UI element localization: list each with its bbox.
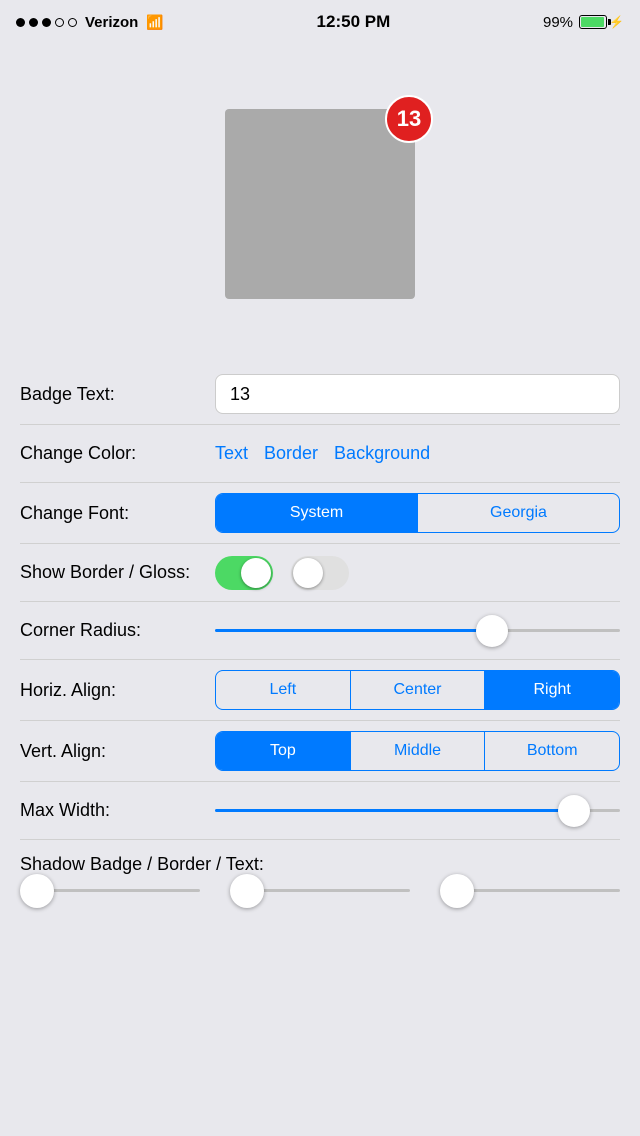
vert-align-content: Top Middle Bottom: [215, 731, 620, 771]
change-color-label: Change Color:: [20, 443, 215, 464]
gloss-toggle[interactable]: [291, 556, 349, 590]
vert-middle-btn[interactable]: Middle: [351, 732, 486, 770]
shadow-label: Shadow Badge / Border / Text:: [20, 854, 264, 874]
color-background-link[interactable]: Background: [334, 443, 430, 464]
badge-text-row: Badge Text:: [20, 364, 620, 425]
dot-2: [29, 18, 38, 27]
max-width-slider-container: [215, 809, 620, 812]
vert-align-label: Vert. Align:: [20, 741, 215, 762]
horiz-center-btn[interactable]: Center: [351, 671, 486, 709]
border-toggle[interactable]: [215, 556, 273, 590]
preview-image: [225, 109, 415, 299]
max-width-slider[interactable]: [215, 809, 620, 812]
shadow-text-slider[interactable]: [440, 889, 620, 892]
horiz-align-content: Left Center Right: [215, 670, 620, 710]
signal-dots: [16, 18, 77, 27]
vert-top-btn[interactable]: Top: [216, 732, 351, 770]
font-segmented: System Georgia: [215, 493, 620, 533]
color-border-link[interactable]: Border: [264, 443, 318, 464]
corner-radius-slider-container: [215, 629, 620, 632]
dot-1: [16, 18, 25, 27]
show-border-label: Show Border / Gloss:: [20, 562, 215, 583]
badge-preview-wrapper: 13: [225, 109, 415, 299]
status-right: 99% ⚡: [543, 14, 624, 31]
font-system-btn[interactable]: System: [216, 494, 418, 532]
shadow-badge-slider[interactable]: [20, 889, 200, 892]
horiz-align-segmented: Left Center Right: [215, 670, 620, 710]
color-text-link[interactable]: Text: [215, 443, 248, 464]
corner-radius-label: Corner Radius:: [20, 620, 215, 641]
dot-5: [68, 18, 77, 27]
horiz-align-row: Horiz. Align: Left Center Right: [20, 660, 620, 721]
wifi-icon: 📶: [146, 14, 163, 31]
status-bar: Verizon 📶 12:50 PM 99% ⚡: [0, 0, 640, 44]
horiz-left-btn[interactable]: Left: [216, 671, 351, 709]
corner-radius-slider[interactable]: [215, 629, 620, 632]
badge-text-input[interactable]: [215, 374, 620, 414]
battery-percent: 99%: [543, 14, 573, 31]
badge-text-label: Badge Text:: [20, 384, 215, 405]
dot-4: [55, 18, 64, 27]
shadow-border-slider[interactable]: [230, 889, 410, 892]
corner-radius-row: Corner Radius:: [20, 602, 620, 660]
badge-text-content: [215, 374, 620, 414]
max-width-row: Max Width:: [20, 782, 620, 840]
carrier-label: Verizon: [85, 14, 138, 31]
preview-area: 13: [0, 44, 640, 364]
badge-bubble: 13: [385, 95, 433, 143]
battery-icon: [579, 15, 607, 29]
gloss-toggle-knob: [293, 558, 323, 588]
horiz-right-btn[interactable]: Right: [485, 671, 619, 709]
color-links: Text Border Background: [215, 443, 620, 464]
font-georgia-btn[interactable]: Georgia: [418, 494, 619, 532]
dot-3: [42, 18, 51, 27]
controls-panel: Badge Text: Change Color: Text Border Ba…: [0, 364, 640, 912]
status-left: Verizon 📶: [16, 14, 164, 31]
battery-fill: [581, 17, 604, 27]
horiz-align-label: Horiz. Align:: [20, 680, 215, 701]
bolt-icon: ⚡: [609, 15, 624, 29]
status-time: 12:50 PM: [317, 12, 391, 32]
vert-align-segmented: Top Middle Bottom: [215, 731, 620, 771]
vert-align-row: Vert. Align: Top Middle Bottom: [20, 721, 620, 782]
shadow-sliders-row: [20, 879, 620, 912]
max-width-label: Max Width:: [20, 800, 215, 821]
badge-number: 13: [397, 106, 421, 132]
show-border-row: Show Border / Gloss:: [20, 544, 620, 602]
battery-container: ⚡: [579, 15, 624, 29]
vert-bottom-btn[interactable]: Bottom: [485, 732, 619, 770]
border-toggle-knob: [241, 558, 271, 588]
font-segmented-control: System Georgia: [215, 493, 620, 533]
toggle-container: [215, 556, 620, 590]
change-font-row: Change Font: System Georgia: [20, 483, 620, 544]
change-color-row: Change Color: Text Border Background: [20, 425, 620, 483]
change-font-label: Change Font:: [20, 503, 215, 524]
